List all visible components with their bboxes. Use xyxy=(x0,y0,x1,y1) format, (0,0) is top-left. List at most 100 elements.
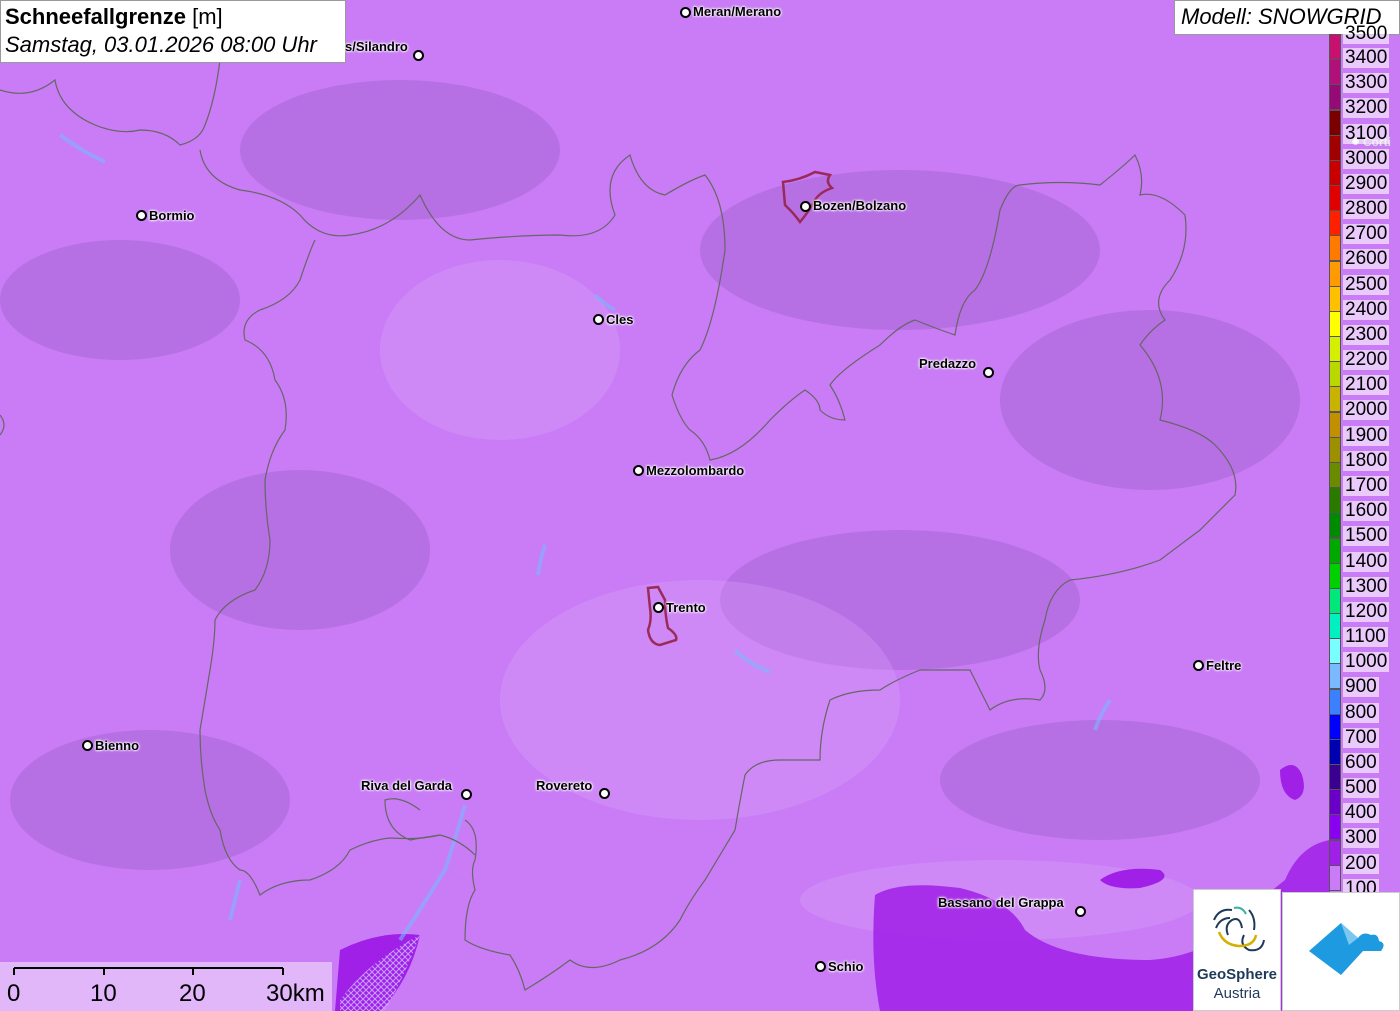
city-label: Bormio xyxy=(149,208,195,223)
snow-app-icon xyxy=(1309,923,1384,975)
legend-swatch xyxy=(1329,739,1341,765)
legend-label: 1900 xyxy=(1343,425,1390,446)
city-label: Predazzo xyxy=(919,356,977,371)
city-label: Cles xyxy=(606,312,634,327)
legend-swatch xyxy=(1329,311,1341,337)
title-main: Schneefallgrenze xyxy=(5,4,186,29)
legend-label: 2800 xyxy=(1343,198,1390,219)
geosphere-logo[interactable]: GeoSphere Austria xyxy=(1193,889,1281,1011)
city-dot xyxy=(815,961,826,972)
legend-label: 1800 xyxy=(1343,450,1390,471)
city-label: Bienno xyxy=(95,738,140,753)
map-title: Schneefallgrenze [m] xyxy=(5,3,341,31)
legend-swatch xyxy=(1329,613,1341,639)
city-dot xyxy=(593,314,604,325)
scale-label: 30km xyxy=(266,980,325,1007)
legend-label: 1200 xyxy=(1343,601,1390,622)
legend-swatch xyxy=(1329,185,1341,211)
legend-label: 2200 xyxy=(1343,349,1390,370)
city-dot xyxy=(800,201,811,212)
legend-label: 3400 xyxy=(1343,47,1390,68)
legend-swatch xyxy=(1329,865,1341,891)
legend-label: 1700 xyxy=(1343,475,1390,496)
city-label: Trento xyxy=(666,600,706,615)
scale-label: 0 xyxy=(7,980,21,1007)
legend-label: 2900 xyxy=(1343,173,1390,194)
legend-swatch xyxy=(1329,235,1341,261)
legend-swatch xyxy=(1329,512,1341,538)
legend-swatch xyxy=(1329,689,1341,715)
legend-swatch xyxy=(1329,814,1341,840)
city-dot xyxy=(1193,660,1204,671)
app-logo[interactable] xyxy=(1282,892,1400,1011)
legend-swatch xyxy=(1329,286,1341,312)
legend-swatch xyxy=(1329,840,1341,866)
legend-label: 2400 xyxy=(1343,299,1390,320)
legend-swatch xyxy=(1329,563,1341,589)
legend-swatch xyxy=(1329,538,1341,564)
legend-swatch xyxy=(1329,714,1341,740)
city-dot xyxy=(1075,906,1086,917)
legend-label: 1600 xyxy=(1343,500,1390,521)
city-dot xyxy=(461,789,472,800)
geosphere-emblem-icon xyxy=(1213,906,1265,952)
map-canvas[interactable] xyxy=(0,0,1400,1011)
legend-label: 1500 xyxy=(1343,525,1390,546)
legend-label: 3200 xyxy=(1343,97,1390,118)
city-label: Bozen/Bolzano xyxy=(813,198,907,213)
legend-swatch xyxy=(1329,462,1341,488)
scale-bar: 0 10 20 30km xyxy=(0,962,332,1011)
city-dot xyxy=(82,740,93,751)
scale-label: 10 xyxy=(90,980,117,1007)
city-label: Rovereto xyxy=(536,778,593,793)
legend-swatch xyxy=(1329,59,1341,85)
city-label: Mezzolombardo xyxy=(646,463,745,478)
city-label: Meran/Merano xyxy=(693,4,782,19)
legend-swatch xyxy=(1329,361,1341,387)
title-unit: [m] xyxy=(192,4,223,29)
geosphere-country: Austria xyxy=(1213,985,1261,1002)
legend-swatch xyxy=(1329,336,1341,362)
legend-label: 2600 xyxy=(1343,248,1390,269)
legend-label: 2500 xyxy=(1343,274,1390,295)
legend-swatch xyxy=(1329,487,1341,513)
legend-label: 1400 xyxy=(1343,551,1390,572)
legend-label: 500 xyxy=(1343,777,1379,798)
legend-swatch xyxy=(1329,437,1341,463)
legend-swatch xyxy=(1329,261,1341,287)
legend-swatch xyxy=(1329,210,1341,236)
legend-swatch xyxy=(1329,34,1341,60)
legend-label: 2700 xyxy=(1343,223,1390,244)
legend-top-label: 3500 xyxy=(1343,23,1390,44)
legend-swatch xyxy=(1329,764,1341,790)
legend-label: 200 xyxy=(1343,853,1379,874)
legend-swatch xyxy=(1329,160,1341,186)
legend-label: 1300 xyxy=(1343,576,1390,597)
legend-swatch xyxy=(1329,135,1341,161)
legend-swatch xyxy=(1329,789,1341,815)
geosphere-name: GeoSphere xyxy=(1196,966,1278,983)
city-label: Riva del Garda xyxy=(361,778,453,793)
city-dot xyxy=(633,465,644,476)
legend-label: 3300 xyxy=(1343,72,1390,93)
city-label: Schio xyxy=(828,959,864,974)
city-label: Bassano del Grappa xyxy=(938,895,1064,910)
legend-label: 1100 xyxy=(1343,626,1388,647)
legend-label: 2000 xyxy=(1343,399,1390,420)
legend-swatch xyxy=(1329,412,1341,438)
city-dot xyxy=(136,210,147,221)
color-legend: 3500 3400 3300 3200 3100 3000 2900 2800 2700 260… xyxy=(1329,24,1400,899)
city-label: s/Silandro xyxy=(345,39,408,54)
legend-label: 800 xyxy=(1343,702,1379,723)
legend-label: 2300 xyxy=(1343,324,1390,345)
legend-label: 300 xyxy=(1343,827,1379,848)
city-dot xyxy=(653,602,664,613)
map-datetime: Samstag, 03.01.2026 08:00 Uhr xyxy=(5,32,317,57)
city-dot xyxy=(680,7,691,18)
legend-label: 3000 xyxy=(1343,148,1390,169)
city-label: Feltre xyxy=(1206,658,1242,673)
legend-swatch xyxy=(1329,638,1341,664)
legend-swatch xyxy=(1329,386,1341,412)
legend-swatch xyxy=(1329,84,1341,110)
legend-swatch xyxy=(1329,110,1341,136)
